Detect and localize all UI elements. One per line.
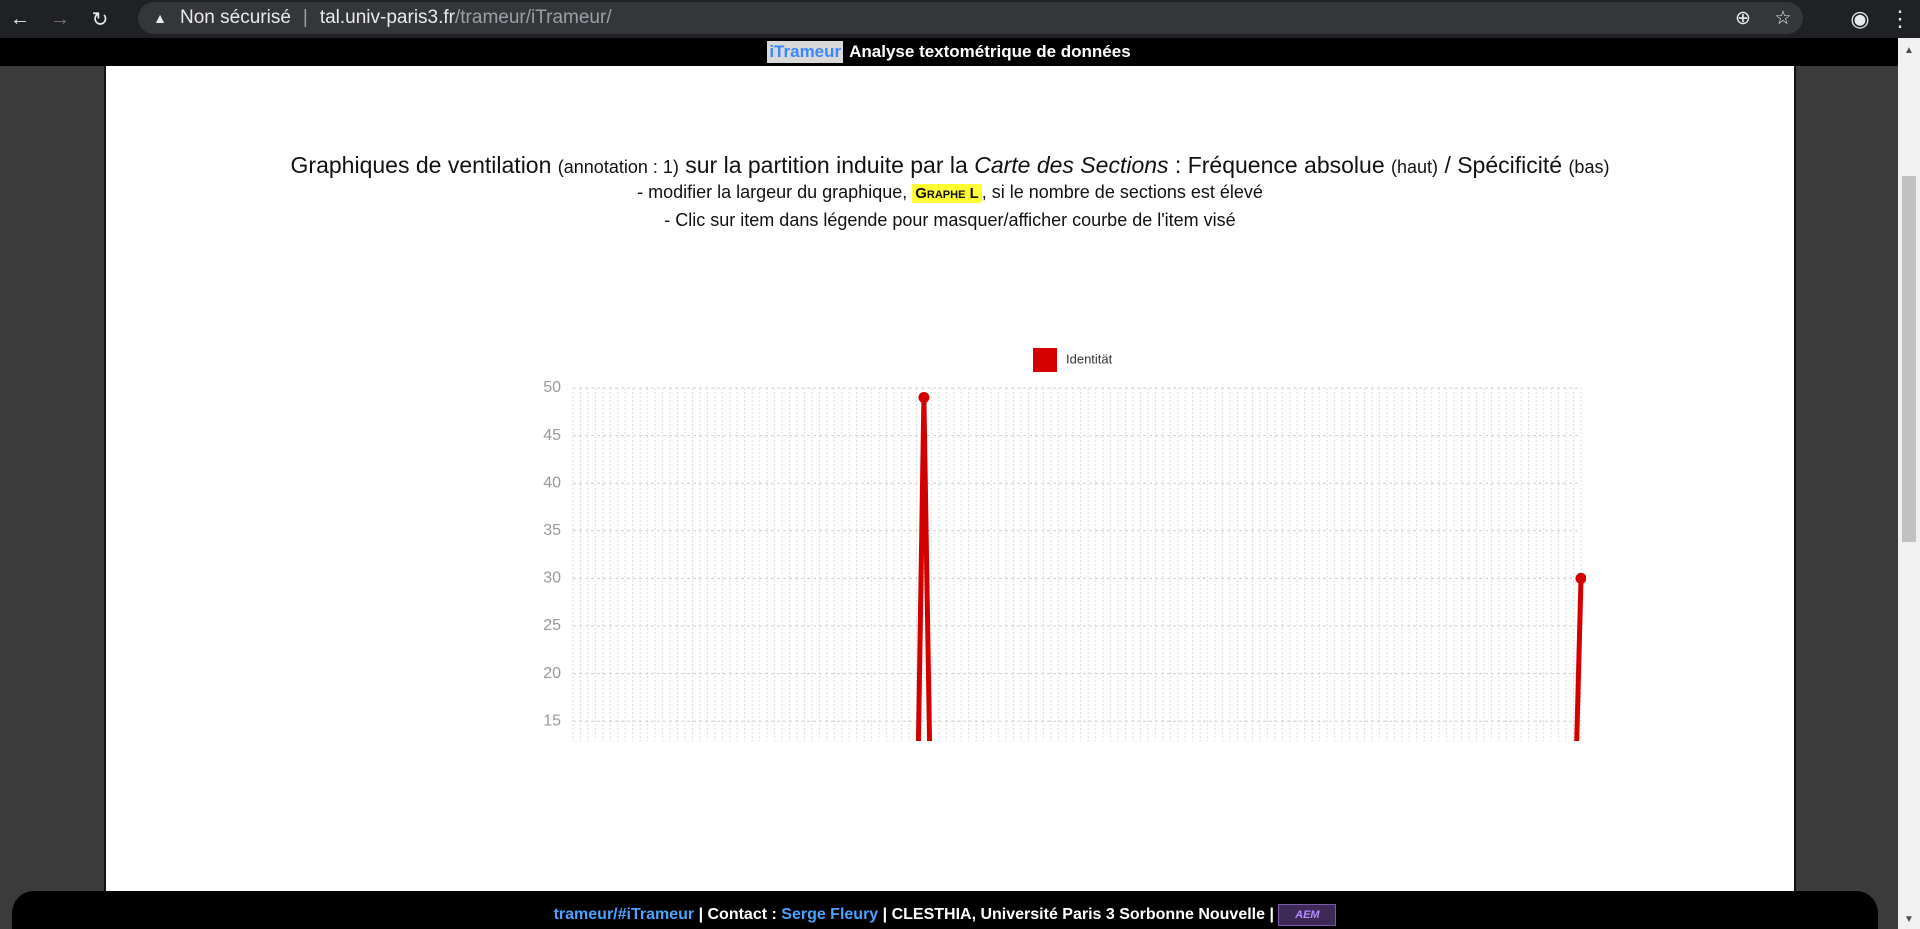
y-tick-label: 35: [543, 522, 561, 539]
title-haut: (haut): [1391, 157, 1439, 177]
chart-page-title: Graphiques de ventilation (annotation : …: [106, 152, 1794, 179]
scroll-down-arrow-icon[interactable]: ▼: [1898, 911, 1920, 929]
account-icon[interactable]: ◉: [1840, 6, 1880, 32]
data-point: [1575, 572, 1586, 584]
warning-icon: ▲: [153, 10, 167, 26]
title-text: Graphiques de ventilation: [290, 152, 552, 178]
title-text: / Spécificité: [1444, 152, 1563, 178]
bookmark-star-icon[interactable]: ☆: [1763, 7, 1803, 30]
browser-toolbar: ← → ↻ ▲ Non sécurisé | tal.univ-paris3.f…: [0, 0, 1920, 38]
scroll-up-arrow-icon[interactable]: ▲: [1898, 42, 1920, 60]
reload-icon[interactable]: ↻: [80, 0, 120, 38]
footer-sep: |: [1269, 906, 1279, 924]
forward-arrow-icon[interactable]: →: [40, 0, 80, 38]
hint-text: , si le nombre de sections est élevé: [981, 182, 1263, 202]
contact-label: Contact :: [707, 906, 777, 924]
back-arrow-icon[interactable]: ←: [0, 0, 40, 38]
chart-legend[interactable]: Identität: [1033, 348, 1113, 372]
width-hint: - modifier la largeur du graphique, Grap…: [106, 182, 1794, 203]
app-header: iTrameur Analyse textométrique de donnée…: [0, 38, 1898, 66]
scroll-thumb[interactable]: [1902, 176, 1916, 542]
footer: trameur/#iTrameur | Contact : Serge Fleu…: [12, 891, 1878, 929]
page-scrollbar[interactable]: ▲ ▼: [1898, 38, 1920, 929]
y-tick-label: 15: [543, 712, 561, 729]
title-text: sur la partition induite par la: [685, 152, 968, 178]
y-tick-label: 50: [543, 379, 561, 396]
title-text: : Fréquence absolue: [1174, 152, 1385, 178]
y-tick-label: 40: [543, 474, 561, 491]
data-point: [918, 392, 930, 404]
series-line: [915, 395, 1584, 741]
footer-sep: |: [882, 906, 892, 924]
y-tick-label: 45: [543, 427, 561, 444]
divider: |: [302, 7, 308, 28]
chart-grid: [572, 387, 1582, 741]
lab-logo[interactable]: AEM: [1278, 904, 1337, 926]
security-label: Non sécurisé: [180, 7, 291, 28]
menu-kebab-icon[interactable]: ⋮: [1880, 6, 1920, 32]
hint-text: - modifier la largeur du graphique,: [637, 182, 908, 202]
legend-swatch[interactable]: [1033, 348, 1057, 372]
y-tick-label: 25: [543, 617, 561, 634]
app-title: Analyse textométrique de données: [849, 42, 1131, 61]
graphe-l-button[interactable]: Graphe L: [912, 184, 982, 203]
brand-logo[interactable]: iTrameur: [767, 41, 844, 63]
url-host: tal.univ-paris3.fr: [319, 7, 455, 28]
y-tick-label: 20: [543, 665, 561, 682]
footer-trameur-link[interactable]: trameur/#iTrameur: [554, 906, 695, 923]
title-carte: Carte des Sections: [974, 152, 1169, 178]
affiliation: CLESTHIA, Université Paris 3 Sorbonne No…: [891, 906, 1266, 924]
legend-label[interactable]: Identität: [1066, 351, 1113, 366]
main-content: Graphiques de ventilation (annotation : …: [104, 66, 1796, 892]
y-axis: 05101520253035404550: [543, 379, 561, 729]
url-path: /trameur/iTrameur/: [455, 7, 612, 28]
title-annotation: (annotation : 1): [557, 157, 679, 177]
y-tick-label: 30: [543, 570, 561, 587]
contact-link[interactable]: Serge Fleury: [781, 906, 878, 923]
zoom-icon[interactable]: ⊕: [1723, 7, 1763, 30]
title-bas: (bas): [1568, 157, 1610, 177]
address-bar[interactable]: ▲ Non sécurisé | tal.univ-paris3.fr/tram…: [138, 2, 1803, 34]
legend-hint: - Clic sur item dans légende pour masque…: [664, 210, 1236, 230]
line-chart: 05101520253035404550 1234567891011121314…: [543, 348, 1586, 741]
series-identitat: [915, 392, 1586, 741]
